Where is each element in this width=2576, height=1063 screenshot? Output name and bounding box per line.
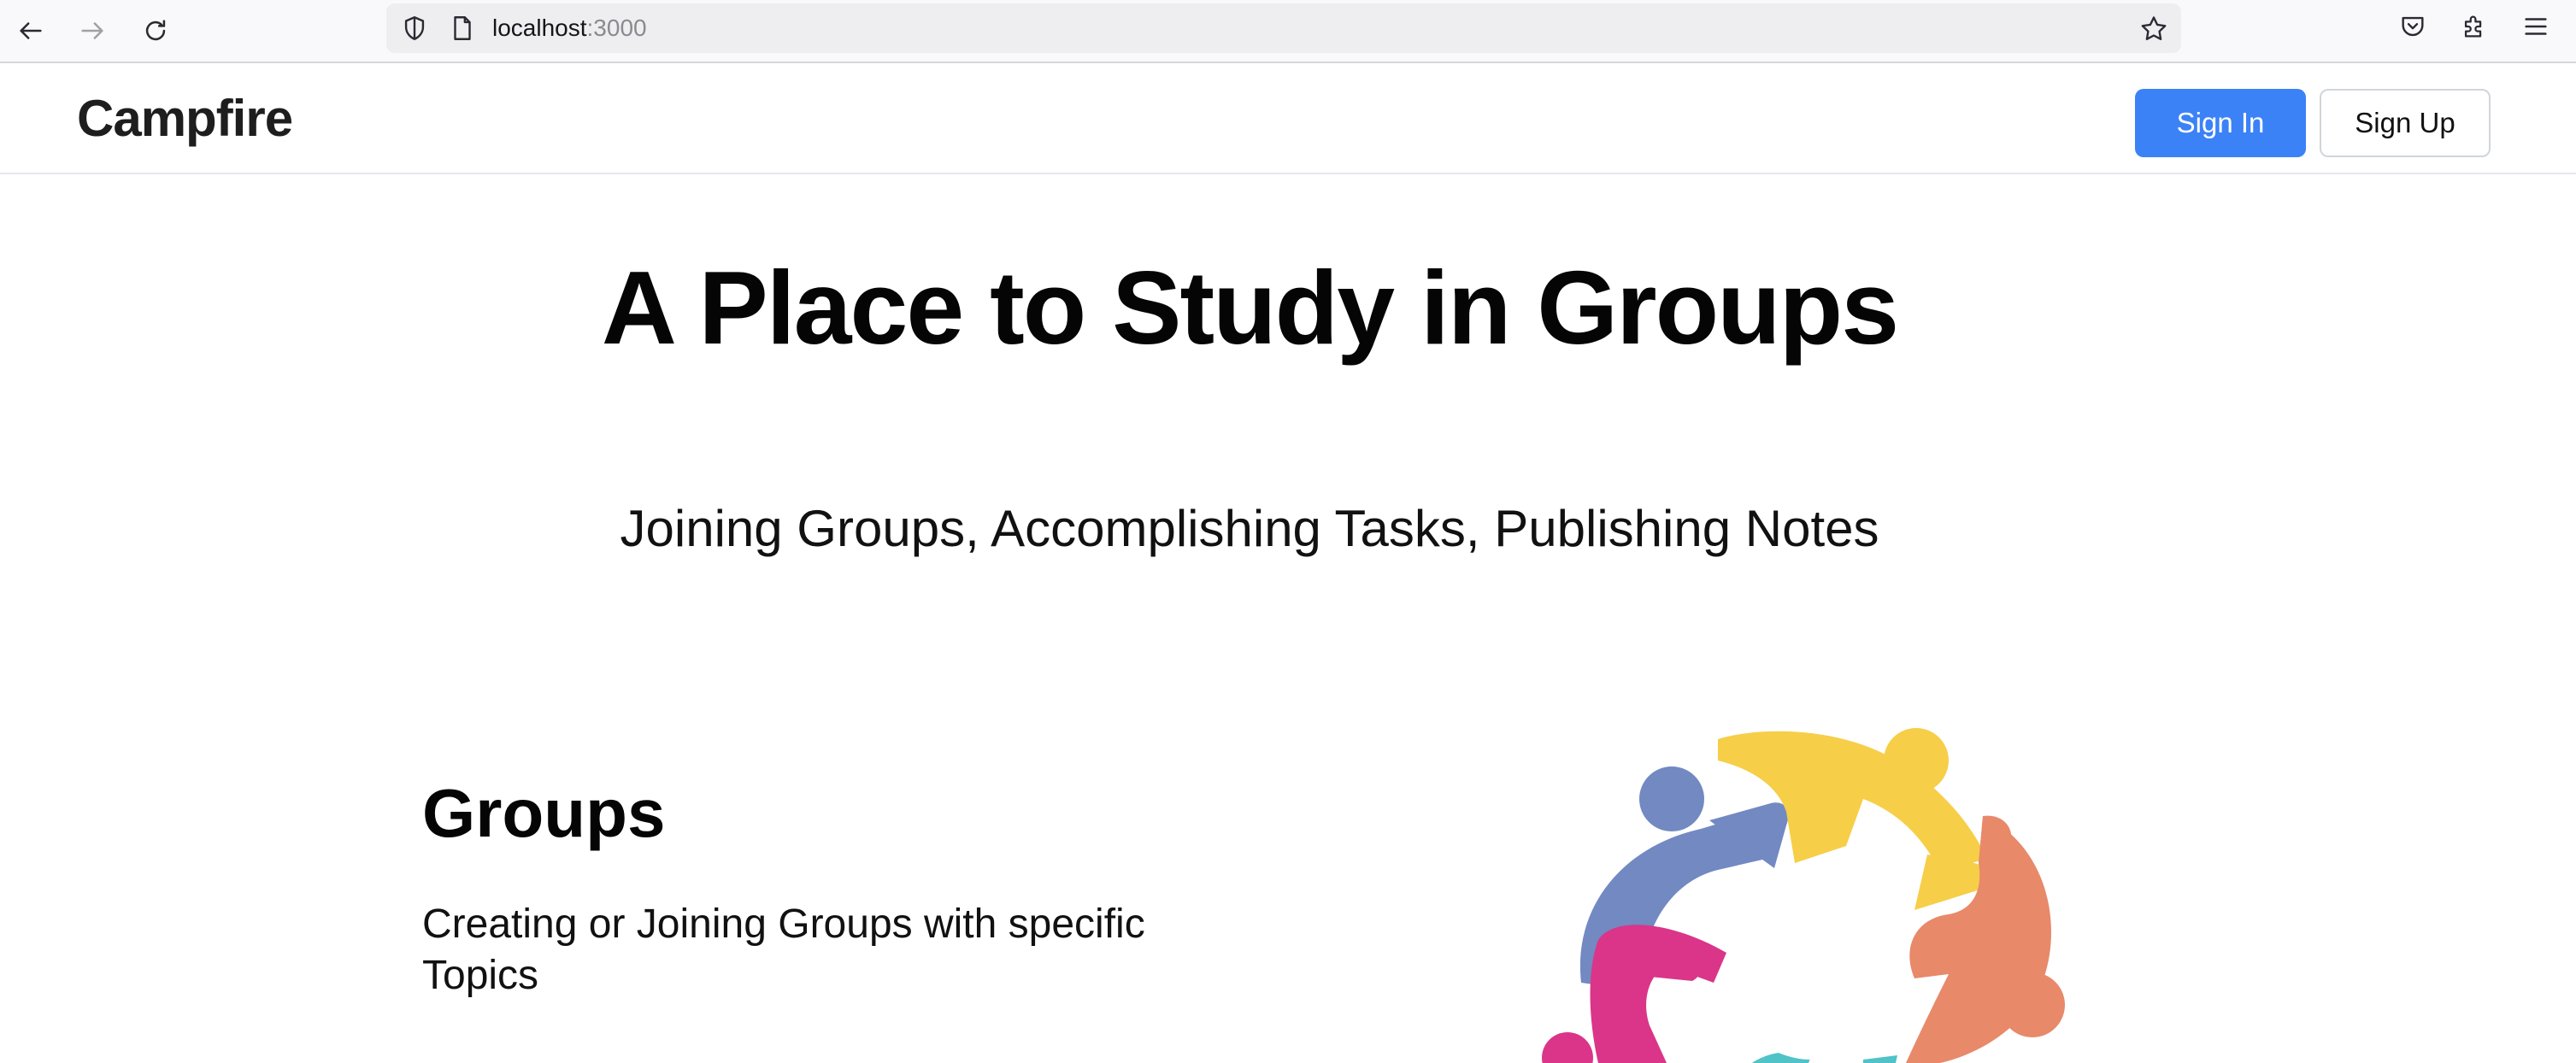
browser-toolbar: localhost:3000	[0, 0, 2576, 63]
people-circle-icon	[1538, 718, 2085, 1063]
page-icon	[454, 16, 471, 40]
url-host: localhost	[492, 15, 587, 41]
feature-title-groups: Groups	[422, 775, 666, 851]
site-header: Campfire Sign In Sign Up	[0, 63, 2576, 174]
sign-in-button[interactable]: Sign In	[2135, 89, 2306, 157]
brand-logo[interactable]: Campfire	[77, 89, 293, 148]
star-icon[interactable]	[2138, 14, 2169, 44]
forward-arrow-icon[interactable]	[72, 10, 113, 51]
url-bar[interactable]: localhost:3000	[386, 3, 2181, 53]
extensions-icon[interactable]	[2460, 12, 2489, 41]
pocket-icon[interactable]	[2398, 12, 2427, 41]
url-port: :3000	[586, 15, 647, 41]
hero-subtitle: Joining Groups, Accomplishing Tasks, Pub…	[620, 500, 1879, 557]
feature-description-groups: Creating or Joining Groups with specific…	[422, 901, 1145, 998]
reload-icon[interactable]	[135, 10, 176, 51]
back-arrow-icon[interactable]	[10, 10, 51, 51]
menu-icon[interactable]	[2521, 12, 2550, 41]
shield-icon[interactable]	[400, 14, 429, 43]
url-text[interactable]: localhost:3000	[492, 15, 647, 41]
hero-title: A Place to Study in Groups	[601, 250, 1899, 366]
sign-up-button[interactable]: Sign Up	[2320, 89, 2491, 157]
